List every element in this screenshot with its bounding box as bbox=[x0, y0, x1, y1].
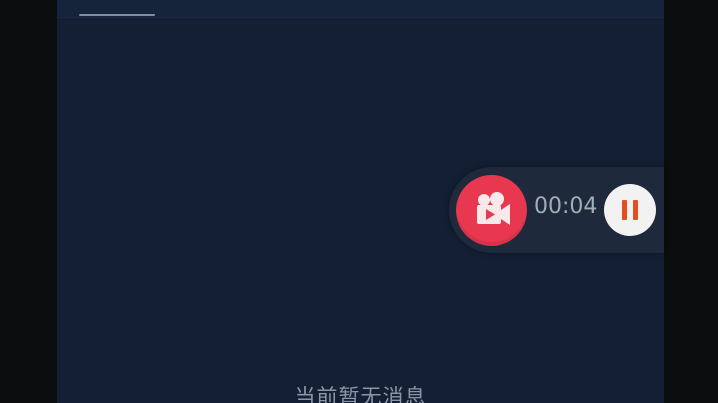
video-camera-icon bbox=[477, 192, 510, 225]
empty-state-message: 当前暂无消息 bbox=[294, 385, 427, 403]
device-frame: 当前暂无消息 00:04 bbox=[0, 0, 718, 403]
pause-icon bbox=[622, 200, 627, 220]
record-button[interactable] bbox=[456, 175, 527, 246]
active-tab-indicator bbox=[79, 14, 155, 16]
recording-timer: 00:04 bbox=[534, 194, 598, 219]
tab-bar bbox=[57, 0, 664, 18]
pause-button[interactable] bbox=[604, 184, 656, 236]
pause-icon-bar bbox=[633, 200, 638, 220]
screen-recorder-widget[interactable]: 00:04 bbox=[449, 167, 664, 253]
